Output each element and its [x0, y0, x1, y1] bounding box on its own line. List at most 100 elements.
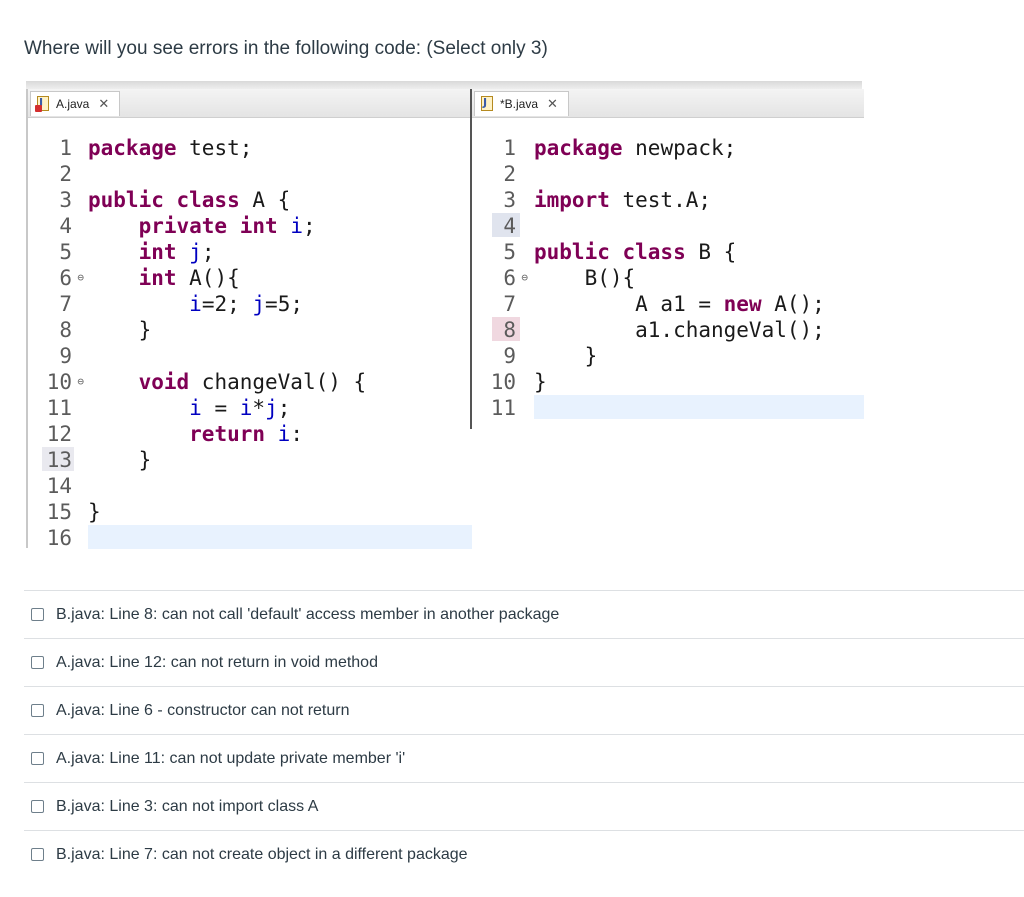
code-line: 5 public class B {: [472, 239, 864, 265]
answer-option[interactable]: B.java: Line 3: can not import class A: [24, 782, 1024, 830]
code-line: 11 i = i*j;: [28, 395, 472, 421]
checkbox[interactable]: [31, 848, 44, 861]
code-token: }: [88, 448, 152, 472]
fold-icon: ⊖: [77, 271, 84, 284]
java-file-icon: J: [479, 96, 495, 112]
code-text: B(){: [534, 265, 636, 291]
answer-option[interactable]: A.java: Line 6 - constructor can not ret…: [24, 686, 1024, 734]
checkbox[interactable]: [31, 656, 44, 669]
line-number: 10 ⊖: [46, 370, 84, 394]
line-number: 12: [46, 422, 72, 446]
keyword: void: [138, 370, 190, 394]
code-line: 6 ⊖ B(){: [472, 265, 864, 291]
close-icon: ✕: [547, 96, 558, 111]
fold-icon: ⊖: [521, 271, 528, 284]
line-number: 6 ⊖: [503, 266, 528, 290]
line-number: 8: [59, 318, 72, 342]
code-listing-a: 1 package test; 2 3 public class A {4 privat…: [28, 135, 472, 551]
line-number: 9: [59, 344, 72, 368]
answer-option[interactable]: A.java: Line 12: can not return in void …: [24, 638, 1024, 686]
code-token: :: [290, 422, 303, 446]
code-text: int j;: [88, 239, 215, 265]
line-number: 13: [46, 448, 72, 472]
code-token: ;: [201, 240, 215, 264]
field-token: j: [252, 292, 266, 316]
code-line: 14: [28, 473, 472, 499]
fold-icon: ⊖: [77, 375, 84, 388]
current-line-highlight: [88, 525, 472, 549]
checkbox[interactable]: [31, 608, 44, 621]
code-line: 15}: [28, 499, 472, 525]
code-token: B(){: [534, 266, 636, 290]
line-number: 10: [490, 370, 516, 394]
tab-a-java: J A.java ✕: [30, 91, 121, 116]
code-line: 11: [472, 395, 864, 421]
code-line: 5 int j;: [28, 239, 472, 265]
code-line: 3 public class A {: [28, 187, 472, 213]
line-number: 1: [503, 136, 516, 160]
line-number: 11: [490, 396, 516, 420]
code-token: test;: [176, 136, 253, 160]
line-number: 4: [59, 214, 72, 238]
keyword: private int: [138, 214, 278, 238]
code-text: import test.A;: [534, 187, 711, 213]
answer-option[interactable]: A.java: Line 11: can not update private …: [24, 734, 1024, 782]
code-line: 8 a1.changeVal();: [472, 317, 864, 343]
code-token: ;: [277, 396, 291, 420]
code-token: =5;: [265, 292, 303, 316]
code-token: A(){: [176, 266, 240, 290]
tab-bar: J *B.java ✕: [472, 89, 864, 118]
code-text: void changeVal() {: [88, 369, 367, 395]
field-token: i: [189, 396, 202, 420]
code-line: 7 i=2; j=5;: [28, 291, 472, 317]
code-text: A a1 = new A();: [534, 291, 825, 317]
code-text: private int i;: [88, 213, 316, 239]
code-token: newpack;: [622, 136, 737, 160]
code-screenshot: J A.java ✕ 1 package test; 2 3 public class …: [26, 81, 864, 551]
code-token: ;: [302, 214, 316, 238]
code-line: 2: [472, 161, 864, 187]
line-number: 3: [503, 188, 516, 212]
code-text: int A(){: [88, 265, 240, 291]
code-line: 10}: [472, 369, 864, 395]
code-text: public class B {: [534, 239, 736, 265]
code-text: }: [534, 369, 547, 395]
code-token: }: [534, 344, 598, 368]
java-file-error-icon: J: [35, 96, 51, 112]
keyword: import: [534, 188, 610, 212]
field-token: j: [189, 240, 202, 264]
line-number: 6 ⊖: [59, 266, 84, 290]
code-token: test.A;: [609, 188, 712, 212]
line-number: 14: [46, 474, 72, 498]
code-token: =2;: [201, 292, 253, 316]
editor-pane-a-java: J A.java ✕ 1 package test; 2 3 public class …: [26, 89, 472, 551]
checkbox[interactable]: [31, 752, 44, 765]
line-number: 5: [503, 240, 516, 264]
option-label: B.java: Line 8: can not call 'default' a…: [56, 605, 560, 623]
keyword: int: [138, 240, 177, 264]
answer-option[interactable]: B.java: Line 8: can not call 'default' a…: [24, 590, 1024, 638]
keyword: public class: [88, 188, 240, 212]
code-text: package newpack;: [534, 135, 736, 161]
checkbox[interactable]: [31, 704, 44, 717]
option-label: A.java: Line 12: can not return in void …: [56, 653, 378, 671]
line-number: 4: [503, 214, 516, 238]
answer-option[interactable]: B.java: Line 7: can not create object in…: [24, 830, 1024, 878]
option-label: B.java: Line 7: can not create object in…: [56, 845, 468, 863]
line-number: 15: [46, 500, 72, 524]
code-listing-b: 1 package newpack; 2 3 import test.A; 4 5 publi…: [472, 135, 864, 421]
field-token: i: [189, 292, 202, 316]
line-number: 2: [59, 162, 72, 186]
code-token: a1.changeVal();: [534, 318, 825, 342]
code-line: 7 A a1 = new A();: [472, 291, 864, 317]
field-token: i: [290, 214, 303, 238]
checkbox[interactable]: [31, 800, 44, 813]
field-token: j: [265, 396, 278, 420]
option-label: A.java: Line 6 - constructor can not ret…: [56, 701, 350, 719]
field-token: i: [277, 422, 291, 446]
code-text: i=2; j=5;: [88, 291, 303, 317]
